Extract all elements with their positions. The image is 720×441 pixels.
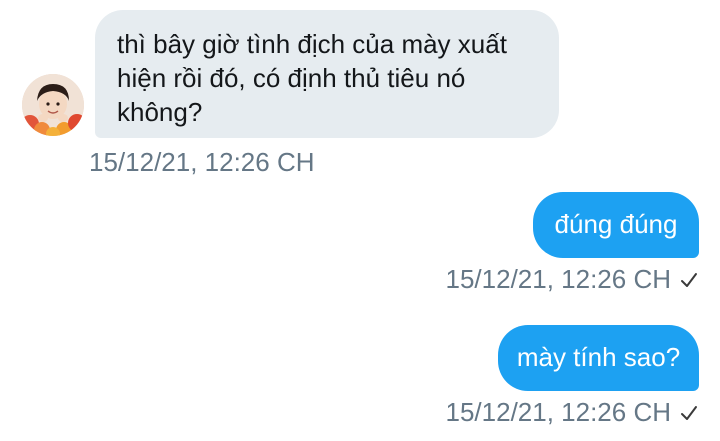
incoming-message-timestamp: 15/12/21, 12:26 CH <box>89 147 315 177</box>
incoming-message-text: thì bây giờ tình địch của mày xuất hiện … <box>117 29 507 127</box>
timestamp-text: 15/12/21, 12:26 CH <box>445 264 672 294</box>
checkmark-icon <box>679 266 699 296</box>
incoming-message-bubble[interactable]: thì bây giờ tình địch của mày xuất hiện … <box>95 10 559 138</box>
outgoing-message-bubble[interactable]: mày tính sao? <box>498 325 699 391</box>
outgoing-message-timestamp: 15/12/21, 12:26 CH <box>446 264 700 296</box>
timestamp-text: 15/12/21, 12:26 CH <box>89 147 315 177</box>
outgoing-message-text: mày tính sao? <box>516 342 681 373</box>
timestamp-text: 15/12/21, 12:26 CH <box>445 397 672 427</box>
outgoing-message-text: đúng đúng <box>554 209 678 240</box>
outgoing-message-bubble[interactable]: đúng đúng <box>533 192 699 258</box>
sender-avatar[interactable] <box>22 74 84 136</box>
message-thread: thì bây giờ tình địch của mày xuất hiện … <box>0 0 720 441</box>
checkmark-icon <box>679 399 699 429</box>
outgoing-message-timestamp: 15/12/21, 12:26 CH <box>446 397 700 429</box>
